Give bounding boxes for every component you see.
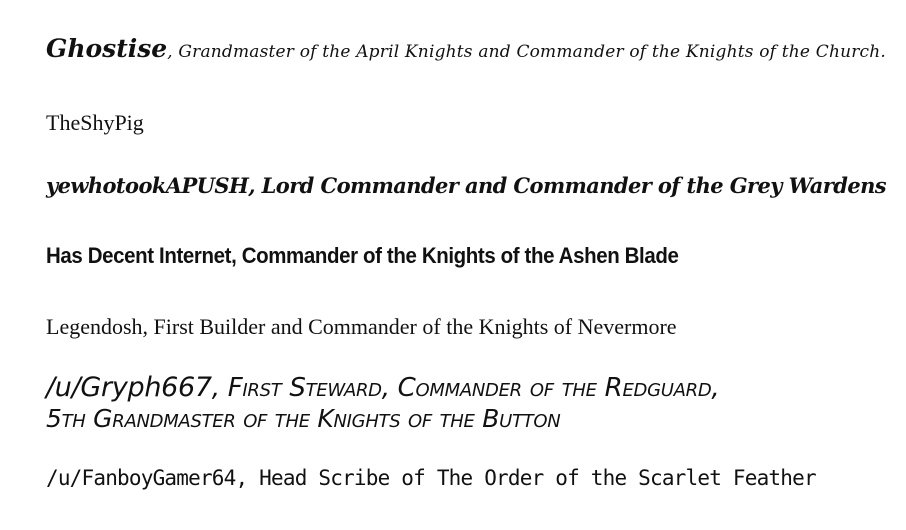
entry-ghostise: Ghostise, Grandmaster of the April Knigh…: [46, 34, 886, 63]
entry-title: , Grandmaster of the April Knights and C…: [167, 42, 887, 62]
document-page: Ghostise, Grandmaster of the April Knigh…: [0, 0, 906, 530]
entry-gryph667-line2: 5th Grandmaster of the Knights of the Bu…: [46, 404, 561, 433]
entry-theshypig: TheShyPig: [46, 110, 144, 135]
entry-gryph667-line1: /u/Gryph667, First Steward, Commander of…: [46, 372, 720, 403]
entry-fanboygamer64: /u/FanboyGamer64, Head Scribe of The Ord…: [46, 466, 817, 490]
entry-yewhotookapush: yewhotookAPUSH, Lord Commander and Comma…: [46, 174, 887, 199]
entry-name: Ghostise: [46, 34, 168, 63]
entry-title: , First Steward, Commander of the Redgua…: [211, 373, 720, 403]
entry-name: /u/Gryph667: [46, 372, 212, 403]
entry-has-decent-internet: Has Decent Internet, Commander of the Kn…: [46, 243, 679, 268]
entry-legendosh: Legendosh, First Builder and Commander o…: [46, 314, 677, 339]
